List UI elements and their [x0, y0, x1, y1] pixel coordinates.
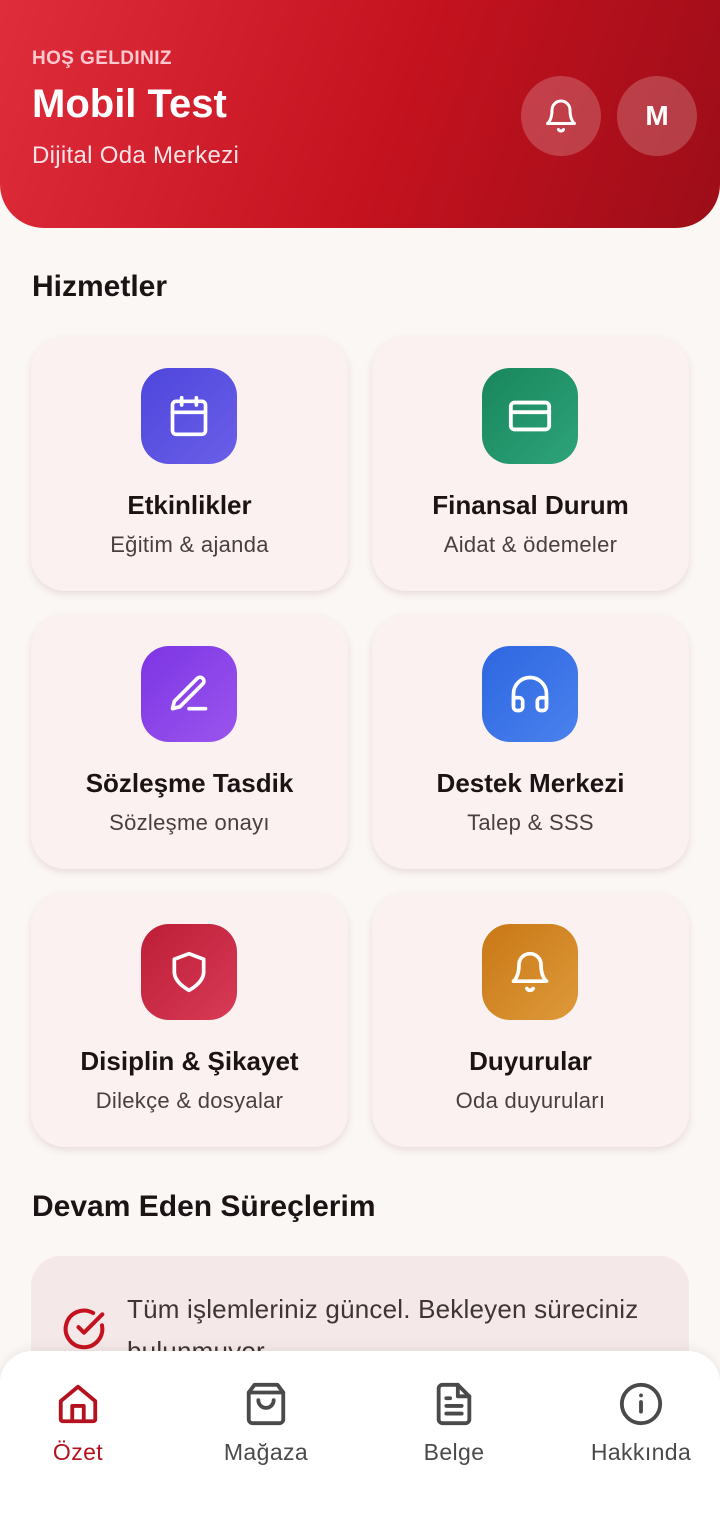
bottom-navigation: Özet Mağaza Belge Hakkında: [0, 1351, 720, 1516]
nav-label: Belge: [423, 1439, 485, 1465]
nav-item-ozet[interactable]: Özet: [0, 1381, 158, 1481]
credit-card-icon: [508, 400, 552, 432]
card-title: Etkinlikler: [127, 490, 252, 520]
service-card-announcements[interactable]: Duyurular Oda duyuruları: [372, 893, 689, 1147]
services-title: Hizmetler: [32, 270, 168, 303]
service-card-finance[interactable]: Finansal Durum Aidat & ödemeler: [372, 337, 689, 591]
check-circle-icon: [63, 1308, 105, 1350]
card-subtitle: Sözleşme onayı: [109, 810, 270, 835]
service-card-support[interactable]: Destek Merkezi Talep & SSS: [372, 615, 689, 869]
announcements-icon-box: [482, 924, 578, 1020]
pen-icon: [170, 675, 208, 711]
welcome-label: HOŞ GELDINIZ: [32, 48, 172, 69]
nav-item-hakkinda[interactable]: Hakkında: [561, 1381, 720, 1481]
bell-icon: [511, 951, 549, 993]
discipline-icon-box: [141, 924, 237, 1020]
card-title: Disiplin & Şikayet: [80, 1046, 299, 1076]
card-subtitle: Talep & SSS: [467, 810, 594, 835]
service-card-discipline[interactable]: Disiplin & Şikayet Dilekçe & dosyalar: [31, 893, 348, 1147]
home-icon: [58, 1384, 98, 1424]
nav-label: Mağaza: [223, 1439, 309, 1465]
card-title: Finansal Durum: [432, 490, 629, 520]
card-subtitle: Aidat & ödemeler: [443, 532, 618, 557]
bell-icon: [546, 99, 576, 133]
processes-title: Devam Eden Süreçlerim: [32, 1190, 376, 1223]
support-icon-box: [482, 646, 578, 742]
avatar-button[interactable]: M: [617, 76, 697, 156]
service-card-events[interactable]: Etkinlikler Eğitim & ajanda: [31, 337, 348, 591]
finance-icon-box: [482, 368, 578, 464]
contract-icon-box: [141, 646, 237, 742]
info-icon: [619, 1382, 663, 1426]
nav-label: Hakkında: [590, 1439, 692, 1465]
nav-item-belge[interactable]: Belge: [374, 1381, 534, 1481]
card-subtitle: Eğitim & ajanda: [110, 532, 269, 557]
card-subtitle: Oda duyuruları: [455, 1088, 606, 1113]
card-title: Destek Merkezi: [436, 768, 625, 798]
nav-label: Özet: [52, 1439, 104, 1465]
card-title: Duyurular: [469, 1046, 592, 1076]
notifications-button[interactable]: [521, 76, 601, 156]
document-icon: [436, 1382, 472, 1426]
shopping-bag-icon: [246, 1382, 286, 1426]
service-card-contract[interactable]: Sözleşme Tasdik Sözleşme onayı: [31, 615, 348, 869]
header: HOŞ GELDINIZ Mobil Test Dijital Oda Merk…: [0, 0, 720, 228]
card-title: Sözleşme Tasdik: [85, 768, 294, 798]
events-icon-box: [141, 368, 237, 464]
shield-icon: [172, 951, 206, 993]
headphones-icon: [511, 675, 549, 713]
org-name: Dijital Oda Merkezi: [32, 142, 240, 169]
card-subtitle: Dilekçe & dosyalar: [95, 1088, 284, 1113]
user-name: Mobil Test: [32, 82, 227, 126]
calendar-icon: [170, 395, 208, 437]
nav-item-magaza[interactable]: Mağaza: [186, 1381, 346, 1481]
